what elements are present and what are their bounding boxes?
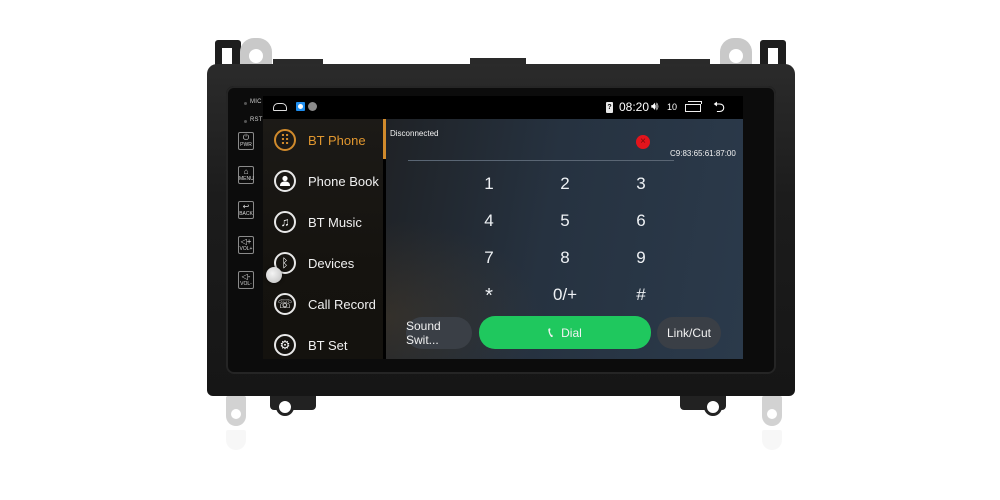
sidebar-item-label: Call Record (308, 296, 376, 312)
key-1[interactable]: 1 (459, 174, 519, 194)
key-star[interactable]: * (459, 285, 519, 308)
mac-address: C9:83:65:61:87:00 (670, 149, 736, 158)
bottom-clip-right-ring (704, 398, 722, 416)
cast-icon (308, 102, 317, 111)
status-bar: ? 08:20 🔊︎ 10 ⮌ (263, 96, 743, 119)
back-icon: ↩ (242, 202, 250, 211)
back-button[interactable]: ↩ BACK (238, 201, 254, 219)
sidebar-item-label: BT Set (308, 337, 348, 353)
reset-label: RST (250, 117, 263, 123)
sidebar-item-bt-set[interactable]: ⚙ BT Set (274, 330, 348, 359)
mic-label: MIC (250, 99, 262, 105)
volume-up-button[interactable]: ◁+ VOL+ (238, 236, 254, 254)
mount-bracket-bottom-right (762, 396, 782, 426)
dialer-panel: Disconnected × C9:83:65:61:87:00 1 2 3 4… (386, 119, 743, 359)
power-icon: ⏻ (242, 133, 250, 142)
key-6[interactable]: 6 (611, 211, 671, 231)
mount-bracket-bottom-left (226, 396, 246, 426)
screen: ? 08:20 🔊︎ 10 ⮌ ⠿ BT Phone Phone Book ♫ … (263, 96, 743, 359)
connection-status: Disconnected (390, 129, 439, 138)
key-3[interactable]: 3 (611, 174, 671, 194)
recent-apps-icon[interactable] (685, 104, 701, 112)
app-icon[interactable] (296, 102, 305, 111)
mount-clip-left-hole (222, 48, 232, 64)
mount-clip-right-hole (768, 48, 778, 64)
music-note-icon: ♫ (274, 211, 296, 233)
volume-level: 10 (667, 102, 678, 112)
link-cut-button[interactable]: Link/Cut (657, 317, 721, 349)
bt-phone-status-icon: ? (606, 102, 613, 113)
key-4[interactable]: 4 (459, 211, 519, 231)
bottom-clip-left-ring (276, 398, 294, 416)
sidebar: ⠿ BT Phone Phone Book ♫ BT Music ᛒ Devic… (263, 119, 383, 359)
call-log-icon: ☏ (274, 293, 296, 315)
key-8[interactable]: 8 (535, 248, 595, 268)
sidebar-item-label: BT Phone (308, 132, 366, 148)
phone-icon: 📞︎ (548, 324, 554, 340)
mic-hole (244, 102, 247, 105)
recent-apps-icon-back (688, 101, 702, 104)
sidebar-item-devices[interactable]: ᛒ Devices (274, 248, 354, 278)
dial-button[interactable]: 📞︎ Dial (479, 316, 651, 349)
sidebar-item-label: Devices (308, 255, 355, 271)
assistive-touch-button[interactable] (266, 267, 282, 283)
divider (408, 160, 674, 161)
key-zero-plus[interactable]: 0/+ (535, 285, 595, 305)
key-2[interactable]: 2 (535, 174, 595, 194)
home-icon: ⌂ (243, 167, 249, 176)
sidebar-item-label: Phone Book (308, 173, 379, 189)
power-button[interactable]: ⏻ PWR (238, 132, 254, 150)
volume-up-icon: ◁+ (240, 237, 252, 246)
volume-down-icon: ◁- (241, 272, 251, 281)
sidebar-item-call-record[interactable]: ☏ Call Record (274, 289, 376, 319)
settings-gear-icon: ⚙ (274, 334, 296, 356)
volume-icon[interactable]: 🔊︎ (651, 99, 659, 114)
key-9[interactable]: 9 (611, 248, 671, 268)
reflection-left (226, 430, 246, 450)
sound-switch-button[interactable]: Sound Swit... (406, 317, 472, 349)
key-hash[interactable]: # (611, 285, 671, 305)
sidebar-item-label: BT Music (308, 214, 362, 230)
sidebar-item-bt-music[interactable]: ♫ BT Music (274, 207, 362, 237)
disconnect-icon[interactable]: × (636, 135, 650, 149)
contact-icon (274, 170, 296, 192)
dialpad-icon: ⠿ (274, 129, 296, 151)
key-7[interactable]: 7 (459, 248, 519, 268)
clock: 08:20 (619, 100, 650, 114)
sidebar-item-phone-book[interactable]: Phone Book (274, 166, 379, 196)
menu-button[interactable]: ⌂ MENU (238, 166, 254, 184)
sidebar-item-bt-phone[interactable]: ⠿ BT Phone (274, 125, 366, 155)
reflection-right (762, 430, 782, 450)
home-icon[interactable] (273, 103, 287, 111)
reset-hole[interactable] (244, 120, 247, 123)
key-5[interactable]: 5 (535, 211, 595, 231)
volume-down-button[interactable]: ◁- VOL- (238, 271, 254, 289)
